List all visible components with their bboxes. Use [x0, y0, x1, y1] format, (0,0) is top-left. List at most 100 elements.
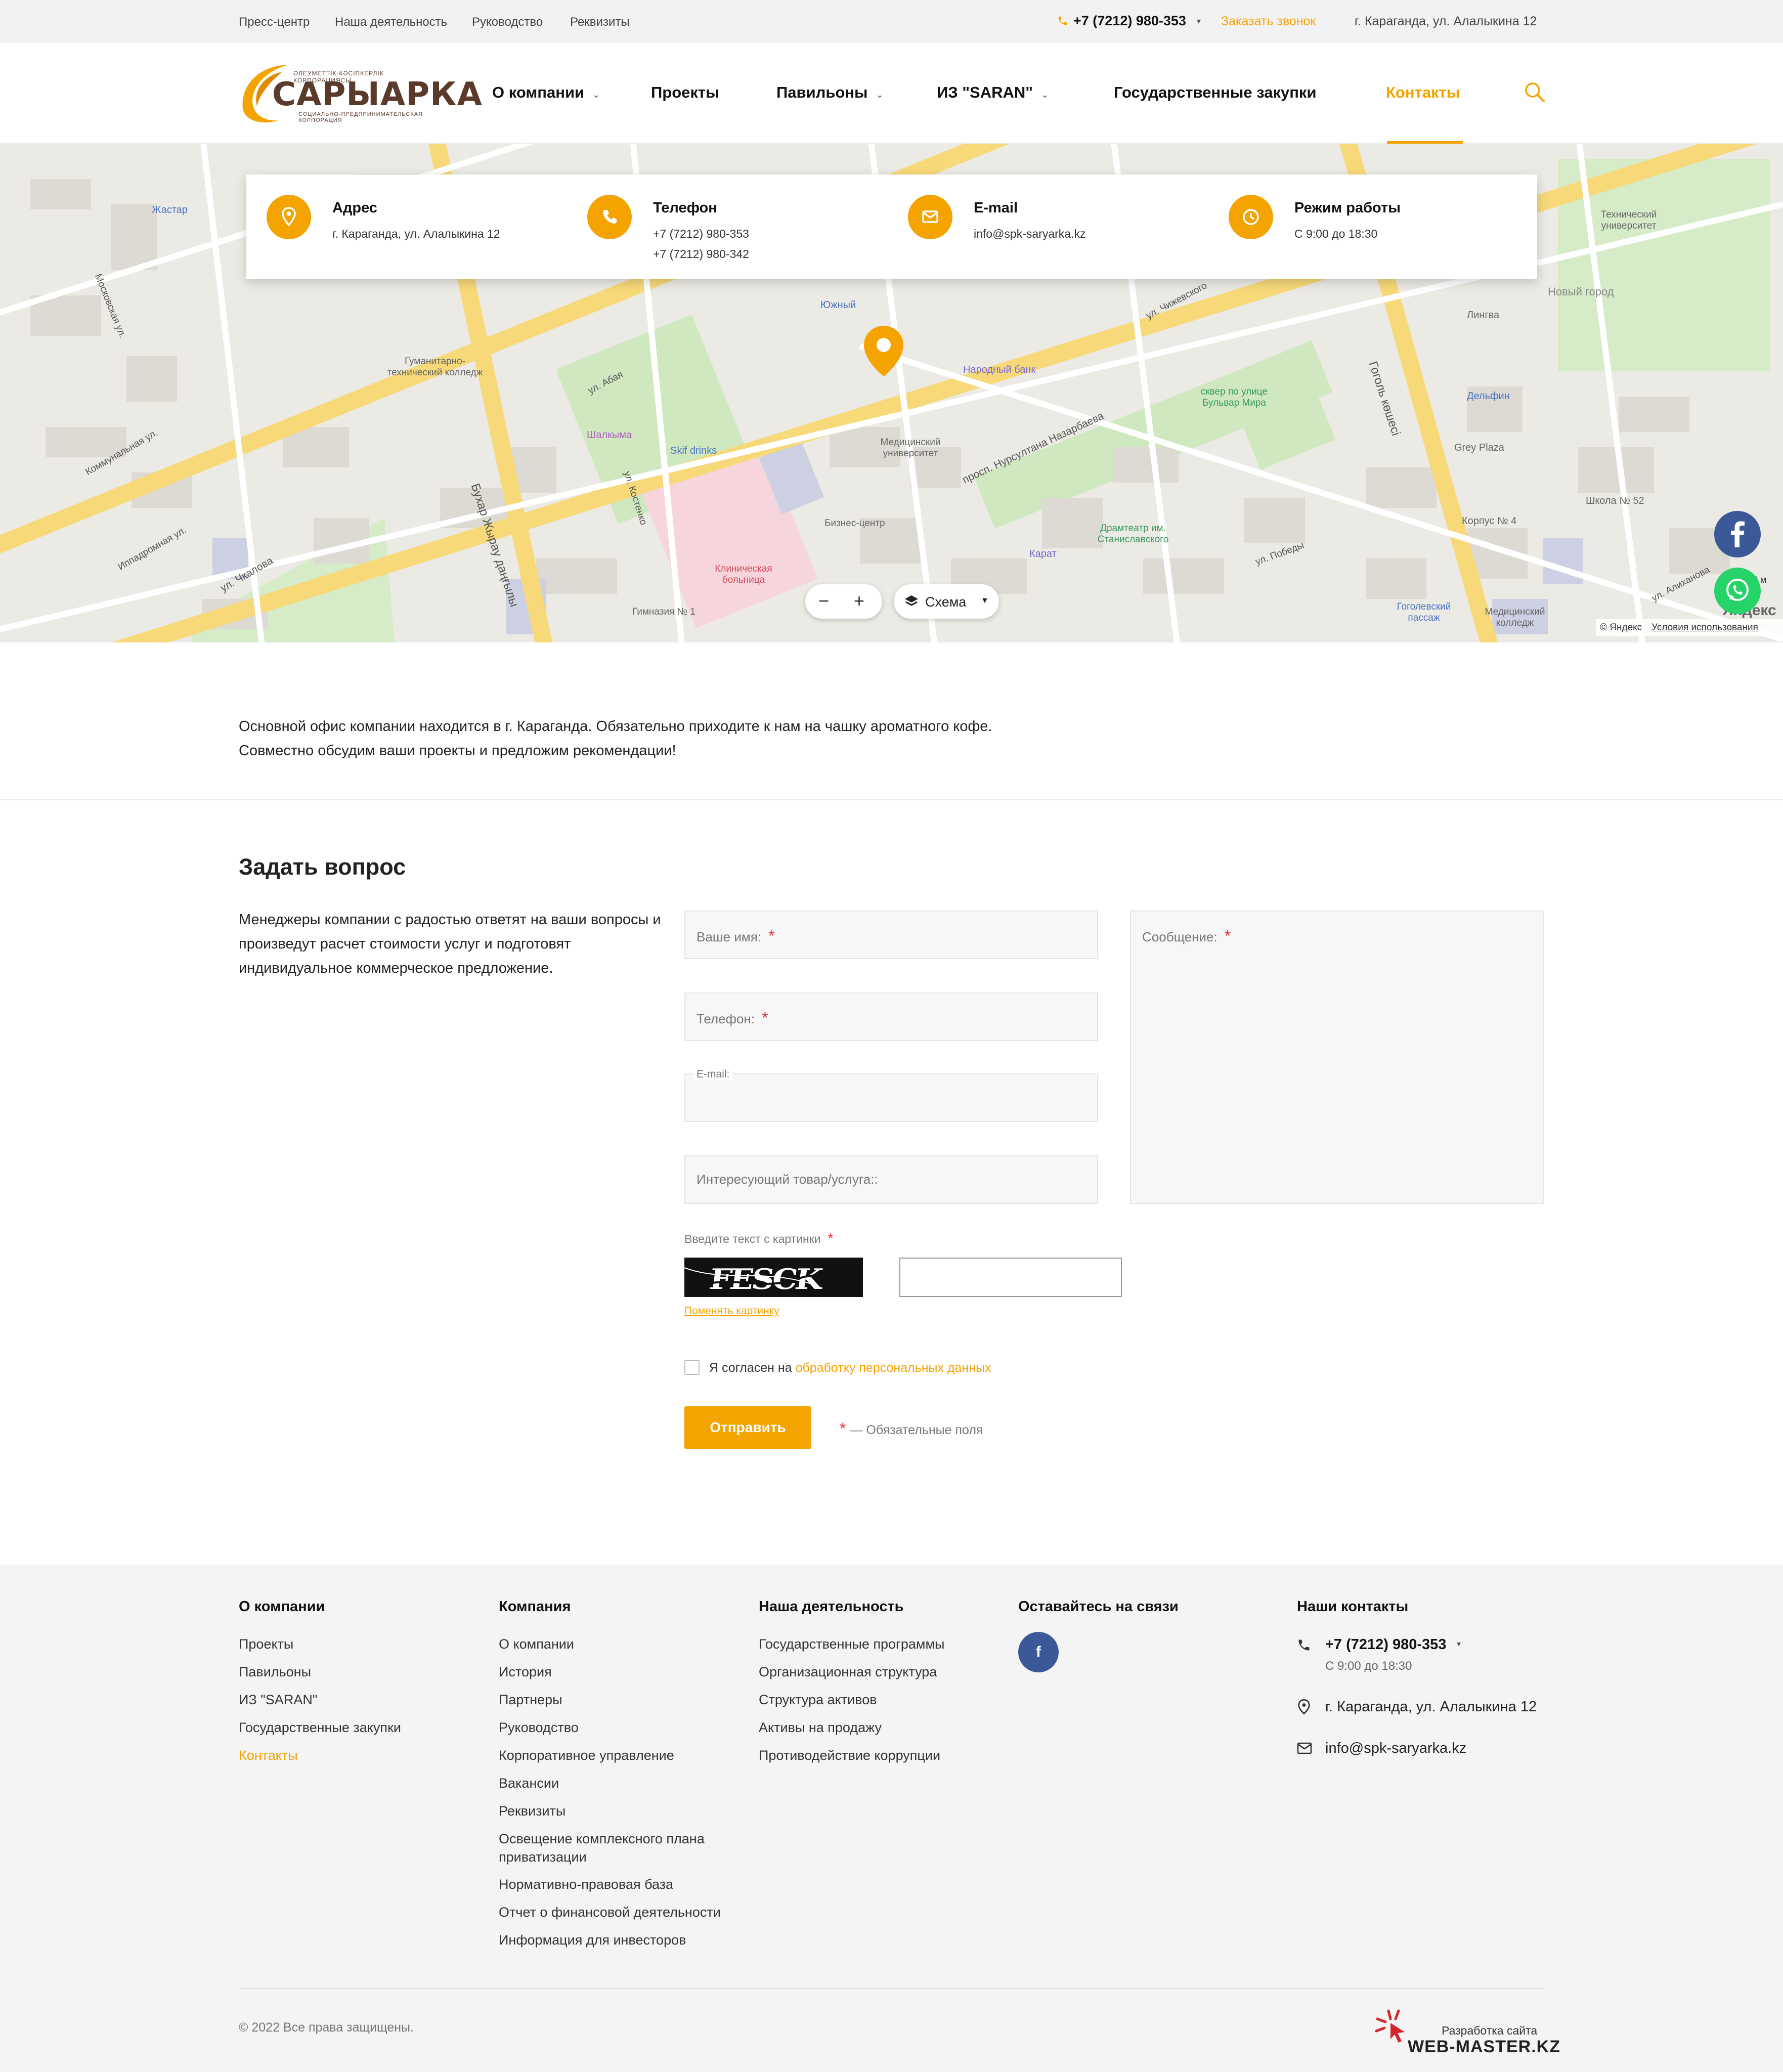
footer-link[interactable]: Противодействие коррупции	[759, 1742, 944, 1769]
footer-link[interactable]: Руководство	[499, 1714, 736, 1742]
chevron-down-icon: ⌄	[592, 90, 600, 100]
map-terms-link[interactable]: Условия использования	[1651, 622, 1758, 633]
form-title: Задать вопрос	[239, 854, 406, 880]
map-label-theatre: Драмтеатр им. Станиславского	[1097, 523, 1169, 545]
footer-col-title: О компании	[239, 1599, 325, 1615]
topbar-link-activity[interactable]: Наша деятельность	[335, 15, 447, 29]
required-note-text: — Обязательные поля	[850, 1423, 983, 1437]
search-icon[interactable]	[1524, 81, 1546, 103]
map-label-yuzhny: Южный	[820, 299, 856, 311]
whatsapp-icon	[1726, 579, 1749, 601]
privacy-link[interactable]: обработку персональных данных	[796, 1361, 991, 1375]
map-label-delfin: Дельфин	[1467, 391, 1510, 402]
footer-link[interactable]: Активы на продажу	[759, 1714, 944, 1742]
topbar-phone[interactable]: +7 (7212) 980-353	[1073, 13, 1186, 29]
address-title: Адрес	[332, 200, 377, 216]
captcha-input[interactable]	[899, 1258, 1122, 1297]
topbar-link-press[interactable]: Пресс-центр	[239, 15, 310, 29]
developer-name: WEB-MASTER.KZ	[1408, 2037, 1560, 2056]
product-field-label: Интересующий товар/услуга::	[697, 1172, 878, 1187]
section-divider	[0, 799, 1783, 800]
footer-link[interactable]: Корпоративное управление	[499, 1742, 736, 1769]
footer-link[interactable]: Реквизиты	[499, 1797, 736, 1825]
topbar-address: г. Караганда, ул. Алалыкина 12	[1355, 14, 1537, 28]
footer-link[interactable]: Государственные закупки	[239, 1714, 401, 1742]
whatsapp-fab[interactable]	[1714, 568, 1761, 614]
nav-about[interactable]: О компании ⌄	[492, 83, 600, 102]
footer-link[interactable]: Партнеры	[499, 1686, 736, 1714]
address-value: г. Караганда, ул. Алалыкина 12	[332, 227, 500, 240]
nav-saran-label: ИЗ "SARAN"	[937, 83, 1033, 101]
map-layer-button[interactable]: Схема ▼	[894, 584, 999, 619]
nav-procurement-label: Государственные закупки	[1114, 83, 1317, 101]
footer-link[interactable]: История	[499, 1658, 736, 1686]
map-label-hospital: Клиническая больница	[715, 564, 772, 585]
facebook-icon	[1731, 521, 1745, 547]
map-copyright: © Яндекс	[1600, 622, 1642, 633]
zoom-in-button[interactable]: +	[854, 590, 864, 612]
submit-button[interactable]: Отправить	[684, 1406, 811, 1449]
footer-link[interactable]: Освещение комплексного плана приватизаци…	[499, 1825, 736, 1871]
phone-value-2[interactable]: +7 (7212) 980-342	[653, 244, 749, 264]
captcha-label: Введите текст с картинки *	[684, 1230, 834, 1246]
nav-saran[interactable]: ИЗ "SARAN" ⌄	[937, 83, 1049, 102]
footer-link[interactable]: Павильоны	[239, 1658, 401, 1686]
footer-link[interactable]: Организационная структура	[759, 1658, 944, 1686]
footer-link[interactable]: О компании	[499, 1630, 736, 1658]
map-label-gymnasium: Гимназия № 1	[632, 607, 695, 617]
footer-col-activity: Наша деятельность Государственные програ…	[759, 1599, 944, 1769]
callback-link[interactable]: Заказать звонок	[1221, 14, 1316, 29]
footer-phone[interactable]: +7 (7212) 980-353	[1325, 1636, 1446, 1653]
footer-col-title: Компания	[499, 1599, 571, 1615]
phone-dropdown-icon[interactable]: ▾	[1197, 16, 1201, 26]
footer-facebook-icon[interactable]: f	[1018, 1632, 1059, 1672]
footer-link[interactable]: Государственные программы	[759, 1630, 944, 1658]
footer-link[interactable]: Вакансии	[499, 1769, 736, 1797]
phone-field[interactable]: Телефон: *	[684, 992, 1098, 1041]
map-label-techuni: Технический университет	[1600, 209, 1657, 231]
phone-icon	[1058, 16, 1067, 25]
nav-projects[interactable]: Проекты	[651, 83, 719, 102]
developer-credit[interactable]: Разработка сайта WEB-MASTER.KZ	[1373, 2006, 1560, 2056]
footer-col-title: Наши контакты	[1297, 1599, 1409, 1615]
logo[interactable]: ӘЛЕУМЕТТІК-КӘСІПКЕРЛІК КОРПОРАЦИЯСЫ САРЫ…	[238, 61, 482, 126]
name-label-text: Ваше имя:	[697, 929, 762, 944]
footer-link-active[interactable]: Контакты	[239, 1742, 401, 1769]
map-label-meduni: Медицинский университет	[880, 437, 941, 459]
nav-procurement[interactable]: Государственные закупки	[1114, 83, 1317, 102]
map-label-square: сквер по улице Бульвар Мира	[1200, 386, 1268, 408]
footer-hours: С 9:00 до 18:30	[1325, 1659, 1412, 1673]
topbar-link-management[interactable]: Руководство	[472, 15, 543, 29]
map-label-lingva: Лингва	[1467, 310, 1500, 321]
zoom-out-button[interactable]: −	[818, 590, 829, 612]
phone-value-1[interactable]: +7 (7212) 980-353	[653, 224, 749, 244]
footer-link[interactable]: Нормативно-правовая база	[499, 1871, 736, 1898]
footer-link[interactable]: ИЗ "SARAN"	[239, 1686, 401, 1714]
agree-checkbox[interactable]	[684, 1360, 700, 1375]
chevron-down-icon: ⌄	[1040, 90, 1049, 100]
page: Пресс-центр Наша деятельность Руководств…	[0, 0, 1783, 2072]
message-field[interactable]: Сообщение: *	[1130, 911, 1544, 1204]
name-field[interactable]: Ваше имя: *	[684, 911, 1098, 959]
nav-pavilions[interactable]: Павильоны ⌄	[776, 83, 884, 102]
footer-link[interactable]: Проекты	[239, 1630, 401, 1658]
map-label-korpus: Корпус № 4	[1462, 515, 1517, 527]
footer-email[interactable]: info@spk-saryarka.kz	[1325, 1740, 1466, 1757]
required-mark: *	[840, 1419, 846, 1438]
footer-col-title: Оставайтесь на связи	[1018, 1599, 1179, 1615]
topbar-link-requisites[interactable]: Реквизиты	[570, 15, 630, 29]
email-field[interactable]: E-mail:	[684, 1068, 1098, 1122]
chevron-down-icon[interactable]: ▾	[1457, 1639, 1461, 1649]
captcha-refresh-link[interactable]: Поменять картинку	[684, 1305, 779, 1317]
map-label-bc: Бизнес-центр	[824, 518, 885, 529]
footer-link[interactable]: Информация для инвесторов	[499, 1926, 736, 1954]
nav-contacts-label: Контакты	[1386, 83, 1460, 101]
nav-contacts[interactable]: Контакты	[1386, 83, 1460, 102]
facebook-fab[interactable]	[1714, 511, 1761, 557]
email-value[interactable]: info@spk-saryarka.kz	[974, 224, 1085, 244]
footer-link[interactable]: Структура активов	[759, 1686, 944, 1714]
footer-link[interactable]: Отчет о финансовой деятельности	[499, 1898, 736, 1926]
product-field[interactable]: Интересующий товар/услуга::	[684, 1155, 1098, 1204]
copyright: © 2022 Все права защищены.	[239, 2020, 414, 2035]
envelope-icon	[922, 210, 938, 223]
